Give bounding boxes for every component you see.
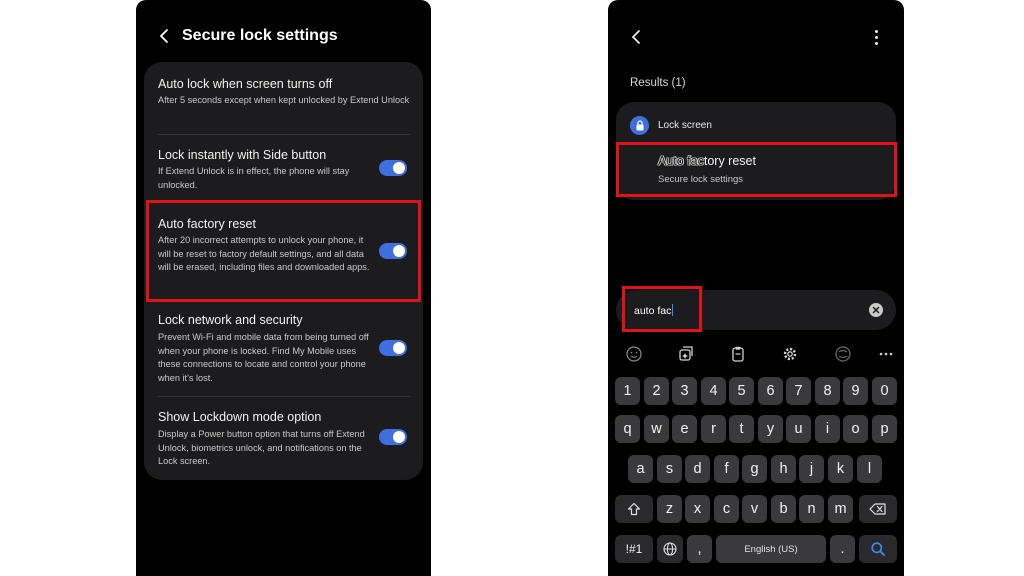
symbols-key[interactable]: !#1 xyxy=(615,535,653,563)
key-n[interactable]: n xyxy=(799,495,824,523)
key-i[interactable]: i xyxy=(815,415,840,443)
back-arrow-icon xyxy=(160,29,168,43)
key-s[interactable]: s xyxy=(657,455,682,483)
key-7[interactable]: 7 xyxy=(786,377,811,405)
toggle-knob xyxy=(393,431,405,443)
translate-icon[interactable] xyxy=(833,344,853,364)
key-0[interactable]: 0 xyxy=(872,377,897,405)
key-9[interactable]: 9 xyxy=(843,377,868,405)
key-8[interactable]: 8 xyxy=(815,377,840,405)
lockdown-mode-toggle[interactable] xyxy=(379,429,407,445)
setting-lockdown-mode[interactable]: Show Lockdown mode option Display a Powe… xyxy=(144,397,423,480)
setting-description: Prevent Wi-Fi and mobile data from being… xyxy=(158,332,369,383)
key-u[interactable]: u xyxy=(786,415,811,443)
key-d[interactable]: d xyxy=(685,455,710,483)
key-3[interactable]: 3 xyxy=(672,377,697,405)
key-m[interactable]: m xyxy=(828,495,853,523)
key-r[interactable]: r xyxy=(701,415,726,443)
setting-description: Display a Power button option that turns… xyxy=(158,429,365,466)
more-options-icon[interactable] xyxy=(866,27,886,47)
key-e[interactable]: e xyxy=(672,415,697,443)
clipboard-icon[interactable] xyxy=(728,344,748,364)
setting-title: Lock instantly with Side button xyxy=(158,148,327,162)
back-arrow-icon xyxy=(632,30,640,44)
back-button[interactable] xyxy=(624,25,648,49)
space-key[interactable]: English (US) xyxy=(716,535,826,563)
key-1[interactable]: 1 xyxy=(615,377,640,405)
search-phone-screen: Results (1) Lock screen Auto factory res… xyxy=(608,0,904,576)
result-category: Lock screen xyxy=(658,120,712,131)
backspace-key[interactable] xyxy=(859,495,897,523)
key-w[interactable]: w xyxy=(644,415,669,443)
more-horizontal-icon[interactable] xyxy=(876,344,896,364)
highlight-box-search xyxy=(622,286,702,332)
shift-key[interactable] xyxy=(615,495,653,523)
key-x[interactable]: x xyxy=(685,495,710,523)
lock-icon xyxy=(630,116,649,135)
setting-description: If Extend Unlock is in effect, the phone… xyxy=(158,166,350,190)
globe-icon xyxy=(663,542,677,556)
key-c[interactable]: c xyxy=(714,495,739,523)
key-a[interactable]: a xyxy=(628,455,653,483)
setting-auto-lock[interactable]: Auto lock when screen turns off After 5 … xyxy=(144,62,423,134)
key-q[interactable]: q xyxy=(615,415,640,443)
back-button[interactable] xyxy=(152,24,176,48)
settings-phone-screen: Secure lock settings Auto lock when scre… xyxy=(136,0,431,576)
key-y[interactable]: y xyxy=(758,415,783,443)
toggle-knob xyxy=(393,162,405,174)
search-icon xyxy=(871,542,885,556)
key-j[interactable]: j xyxy=(799,455,824,483)
keyboard: 1 2 3 4 5 6 7 8 9 0 q w e r t y u i o p … xyxy=(608,373,904,576)
key-h[interactable]: h xyxy=(771,455,796,483)
lock-instantly-toggle[interactable] xyxy=(379,160,407,176)
highlight-box-auto-factory-reset xyxy=(146,200,421,302)
gear-icon[interactable] xyxy=(780,344,800,364)
key-b[interactable]: b xyxy=(771,495,796,523)
language-key[interactable] xyxy=(657,535,683,563)
clear-icon[interactable] xyxy=(869,303,883,317)
period-key[interactable]: . xyxy=(830,535,855,563)
key-l[interactable]: l xyxy=(857,455,882,483)
search-key[interactable] xyxy=(859,535,897,563)
setting-title: Auto lock when screen turns off xyxy=(158,77,333,91)
highlight-box-result xyxy=(616,142,897,197)
clipboard-ai-icon[interactable] xyxy=(676,344,696,364)
setting-description: After 5 seconds except when kept unlocke… xyxy=(158,95,410,105)
setting-title: Lock network and security xyxy=(158,313,303,327)
key-g[interactable]: g xyxy=(742,455,767,483)
key-t[interactable]: t xyxy=(729,415,754,443)
emoji-icon[interactable] xyxy=(624,344,644,364)
key-2[interactable]: 2 xyxy=(644,377,669,405)
page-title: Secure lock settings xyxy=(182,27,338,44)
setting-lock-network[interactable]: Lock network and security Prevent Wi-Fi … xyxy=(144,306,423,395)
shift-icon xyxy=(627,502,641,516)
key-6[interactable]: 6 xyxy=(758,377,783,405)
key-4[interactable]: 4 xyxy=(701,377,726,405)
keyboard-toolbar xyxy=(608,338,904,370)
results-count: Results (1) xyxy=(630,77,686,89)
setting-title: Show Lockdown mode option xyxy=(158,410,322,424)
key-v[interactable]: v xyxy=(742,495,767,523)
key-5[interactable]: 5 xyxy=(729,377,754,405)
header: Secure lock settings xyxy=(136,18,431,58)
backspace-icon xyxy=(869,503,886,515)
key-f[interactable]: f xyxy=(714,455,739,483)
setting-lock-instantly[interactable]: Lock instantly with Side button If Exten… xyxy=(144,135,423,202)
key-p[interactable]: p xyxy=(872,415,897,443)
lock-network-toggle[interactable] xyxy=(379,340,407,356)
key-o[interactable]: o xyxy=(843,415,868,443)
key-z[interactable]: z xyxy=(657,495,682,523)
comma-key[interactable]: , xyxy=(687,535,712,563)
toggle-knob xyxy=(393,342,405,354)
key-k[interactable]: k xyxy=(828,455,853,483)
